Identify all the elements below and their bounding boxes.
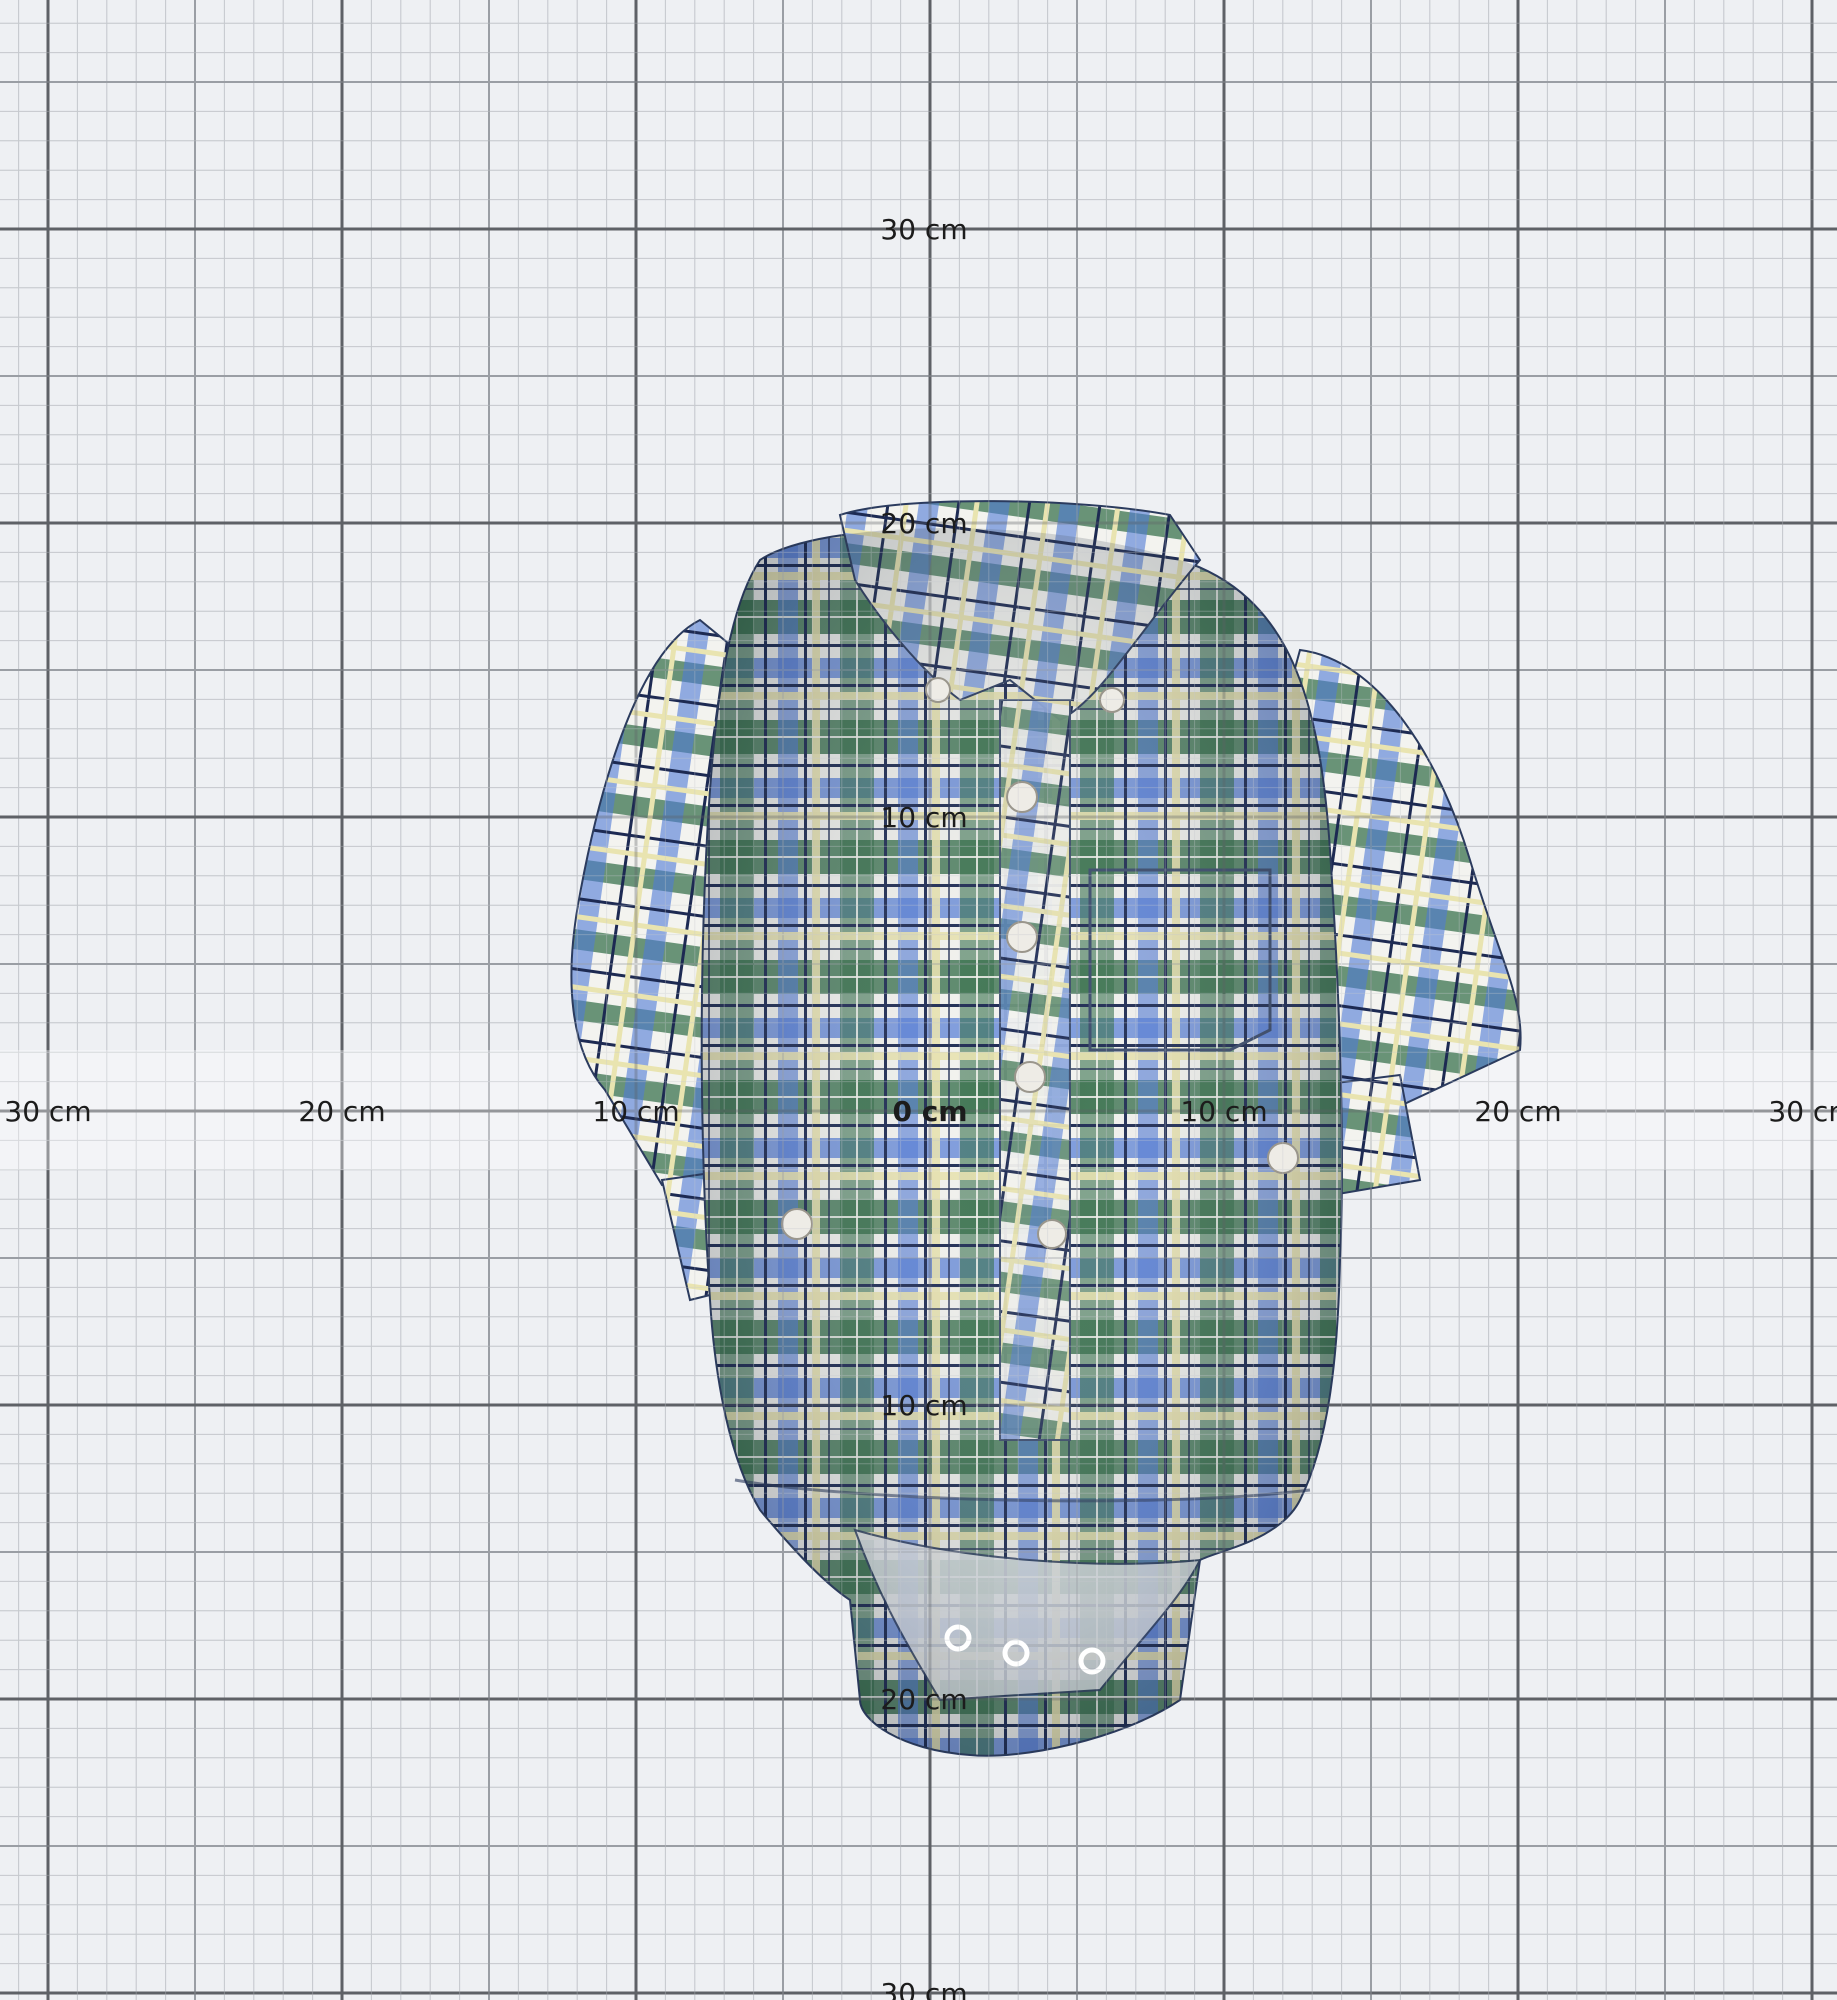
x-axis-label: 30 cm: [4, 1095, 91, 1128]
y-axis-label: 30 cm: [880, 213, 967, 246]
x-axis-label: 30 cm: [1768, 1095, 1837, 1128]
x-axis-label: 20 cm: [1474, 1095, 1561, 1128]
x-axis-label: 0 cm: [892, 1095, 967, 1128]
button: [1014, 1061, 1046, 1093]
collar-button: [1099, 687, 1125, 713]
x-axis-label: 10 cm: [1180, 1095, 1267, 1128]
cuff-button: [781, 1208, 813, 1240]
y-axis-label: 10 cm: [880, 1389, 967, 1422]
x-axis-label: 10 cm: [592, 1095, 679, 1128]
button: [1006, 781, 1038, 813]
button: [1037, 1219, 1067, 1249]
button: [1006, 921, 1038, 953]
x-axis-label: 20 cm: [298, 1095, 385, 1128]
measurement-photo: 30 cm 20 cm 10 cm 0 cm 10 cm 20 cm 30 cm 30 cm…: [0, 0, 1837, 2000]
y-axis-label: 20 cm: [880, 507, 967, 540]
photo-canvas: 30 cm 20 cm 10 cm 0 cm 10 cm 20 cm 30 cm 30 cm…: [0, 0, 1837, 2000]
y-axis-label: 30 cm: [880, 1977, 967, 2000]
y-axis-label: 20 cm: [880, 1683, 967, 1716]
y-axis-label: 10 cm: [880, 801, 967, 834]
